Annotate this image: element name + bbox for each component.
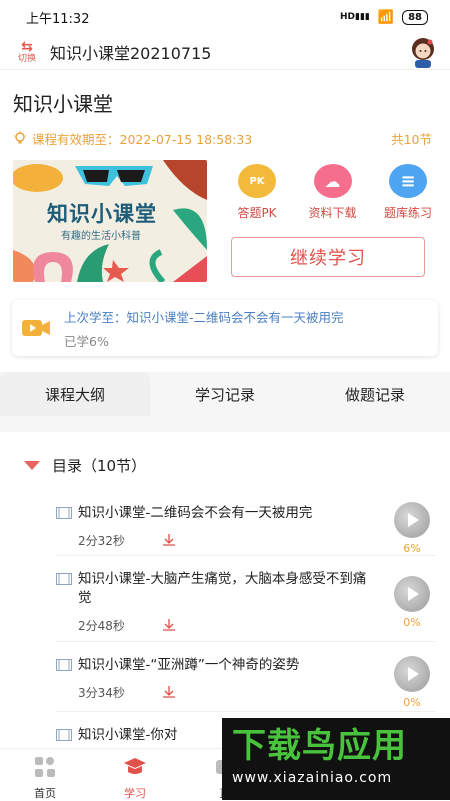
status-icons: HD▮▮▮ 📶 88 [340, 9, 428, 25]
lesson-title: 知识小课堂-二维码会不会有一天被用完 [78, 505, 313, 521]
quick-actions: PK 答题PK ☁ 资料下载 ≡ 题库练习 继续学习 [207, 160, 450, 282]
play-icon [408, 513, 419, 527]
nav-study[interactable]: 学习 [90, 749, 180, 800]
question-bank-label: 题库练习 [383, 206, 432, 220]
question-bank-icon: ≡ [389, 164, 427, 198]
wifi-icon: 📶 [377, 9, 395, 25]
quiz-pk-button[interactable]: PK 答题PK [225, 164, 289, 221]
question-bank-button[interactable]: ≡ 题库练习 [376, 164, 440, 221]
tab-study-record[interactable]: 学习记录 [150, 372, 300, 416]
switch-button[interactable]: ⇆ 切换 [12, 40, 42, 64]
watermark-logo: 下载鸟应用 www.xiazainiao.com [222, 718, 450, 800]
graduation-cap-icon [124, 758, 146, 774]
watermark-url: www.xiazainiao.com [232, 770, 393, 786]
lesson-progress: 6% [403, 542, 421, 555]
lesson-item[interactable]: 知识小课堂-大脑产生痛觉，大脑本身感受不到痛觉 2分48秒 0% [56, 556, 436, 642]
download-icon[interactable] [161, 684, 177, 700]
play-button[interactable]: 0% [392, 656, 432, 709]
lesson-progress: 0% [403, 616, 421, 629]
film-icon [56, 507, 72, 519]
download-icon[interactable] [161, 617, 177, 633]
status-time: 上午11:32 [26, 11, 90, 27]
signal-icon: HD▮▮▮ [340, 12, 370, 22]
nav-home[interactable]: 首页 [0, 749, 90, 800]
tab-divider [0, 416, 450, 432]
nav-study-label: 学习 [124, 787, 146, 800]
play-icon [408, 587, 419, 601]
status-bar: 上午11:32 HD▮▮▮ 📶 88 [0, 0, 450, 34]
lesson-item[interactable]: 知识小课堂-“亚洲蹲”一个神奇的姿势 3分34秒 0% [56, 642, 436, 712]
swap-arrows-icon: ⇆ [21, 38, 33, 55]
home-grid-icon [35, 757, 55, 777]
download-icon[interactable] [161, 532, 177, 548]
pk-icon: PK [238, 164, 276, 198]
validity-text: 课程有效期至：2022-07-15 18:58:33 [32, 131, 253, 147]
last-study-progress: 已学6% [64, 333, 109, 349]
lightbulb-icon [14, 131, 26, 144]
lesson-title: 知识小课堂-“亚洲蹲”一个神奇的姿势 [78, 657, 300, 673]
nav-home-label: 首页 [34, 787, 56, 800]
cloud-download-icon: ☁ [313, 164, 352, 198]
tab-syllabus[interactable]: 课程大纲 [0, 372, 150, 416]
quiz-pk-label: 答题PK [237, 206, 277, 220]
last-study-lesson: 上次学至：知识小课堂-二维码会不会有一天被用完 [64, 309, 344, 325]
continue-study-button[interactable]: 继续学习 [231, 237, 425, 277]
play-icon [408, 667, 419, 681]
catalog-header[interactable]: 目录（10节） [0, 452, 450, 478]
course-banner[interactable]: 知识小课堂 有趣的生活小科普 [13, 160, 207, 282]
lesson-title: 知识小课堂-大脑产生痛觉，大脑本身感受不到痛觉 [78, 571, 367, 606]
lesson-item[interactable]: 知识小课堂-二维码会不会有一天被用完 2分32秒 6% [56, 490, 436, 556]
catalog: 目录（10节） 知识小课堂-二维码会不会有一天被用完 2分32秒 6% 知识小课… [0, 432, 450, 745]
material-download-button[interactable]: ☁ 资料下载 [301, 164, 365, 221]
promo-section: 知识小课堂 有趣的生活小科普 PK 答题PK ☁ 资料下载 ≡ 题库练习 继续学… [0, 160, 450, 282]
lesson-duration: 2分48秒 [78, 618, 125, 633]
film-icon [56, 659, 72, 671]
page-title: 知识小课堂20210715 [50, 43, 212, 63]
collapse-triangle-icon [24, 460, 40, 470]
catalog-title: 目录（10节） [52, 456, 147, 475]
film-icon [56, 729, 72, 741]
lesson-duration: 3分34秒 [78, 685, 125, 700]
switch-label: 切换 [17, 53, 36, 64]
course-tabs: 课程大纲 学习记录 做题记录 [0, 372, 450, 416]
lesson-duration: 2分32秒 [78, 533, 125, 548]
banner-title: 知识小课堂 [47, 202, 157, 226]
lesson-total: 共10节 [391, 131, 432, 147]
course-title: 知识小课堂 [13, 92, 113, 116]
lesson-title: 知识小课堂-你对 [78, 727, 178, 743]
play-button[interactable]: 0% [392, 576, 432, 629]
play-button[interactable]: 6% [392, 502, 432, 555]
validity-row: 课程有效期至：2022-07-15 18:58:33 共10节 [0, 128, 450, 148]
film-icon [56, 573, 72, 585]
battery-icon: 88 [402, 9, 428, 25]
top-header: ⇆ 切换 知识小课堂20210715 [0, 34, 450, 70]
last-study-card[interactable]: 上次学至：知识小课堂-二维码会不会有一天被用完 已学6% [12, 300, 438, 356]
avatar[interactable] [408, 36, 438, 68]
material-download-label: 资料下载 [308, 206, 357, 220]
watermark-brand: 下载鸟应用 [232, 726, 407, 766]
video-camera-icon [22, 320, 50, 336]
banner-subtitle: 有趣的生活小科普 [61, 231, 141, 242]
lesson-progress: 0% [403, 696, 421, 709]
tab-quiz-record[interactable]: 做题记录 [300, 372, 450, 416]
